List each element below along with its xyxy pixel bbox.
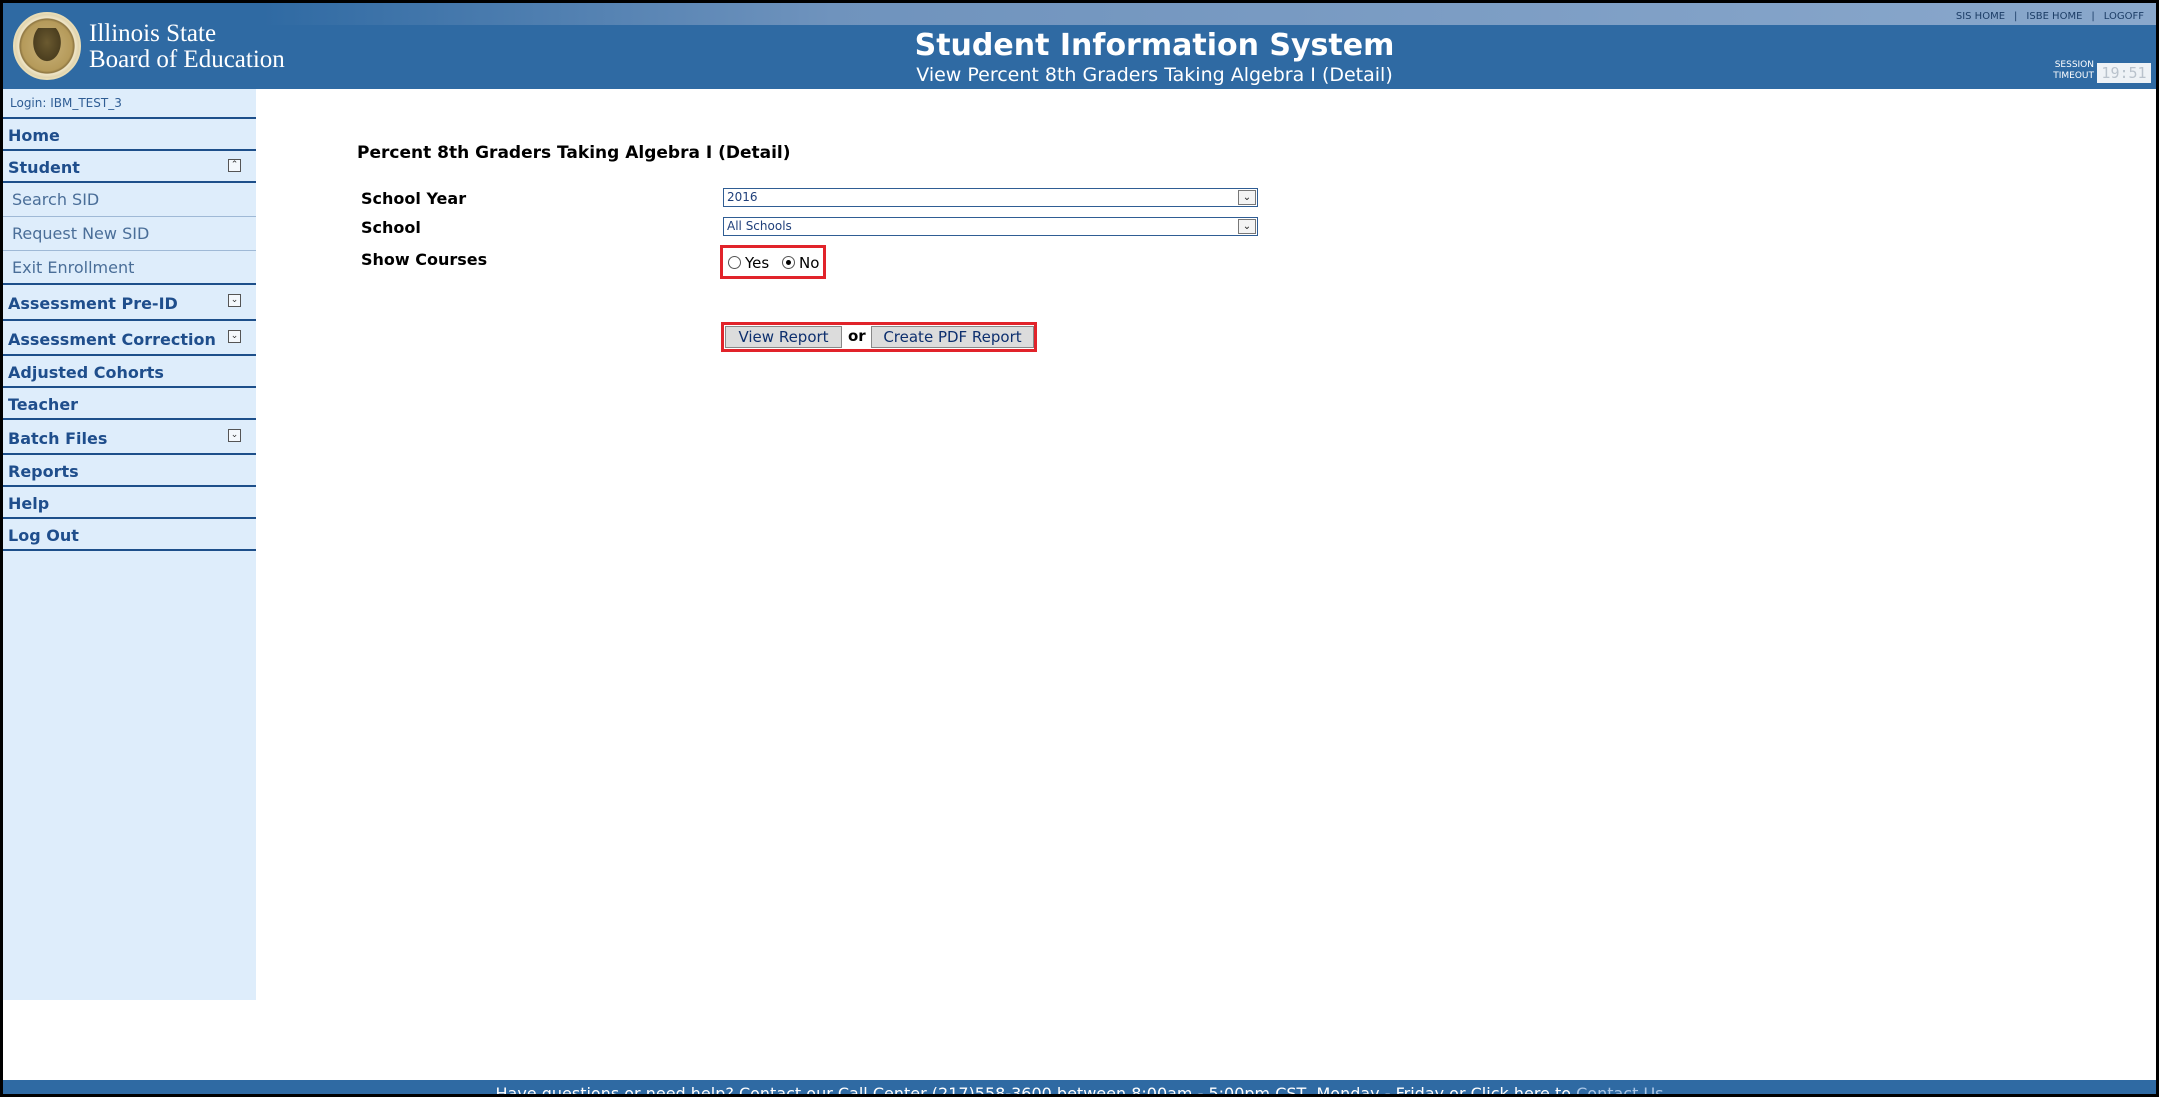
footer: Have questions or need help? Contact our… bbox=[3, 1080, 2156, 1094]
sidebar-item-home[interactable]: Home bbox=[3, 119, 256, 151]
expand-icon[interactable]: ⌄ bbox=[228, 330, 241, 343]
logoff-link[interactable]: LOGOFF bbox=[2104, 11, 2144, 22]
or-text: or bbox=[848, 327, 866, 345]
system-title: Student Information System bbox=[914, 28, 1395, 63]
expand-icon[interactable]: ⌄ bbox=[228, 429, 241, 442]
show-courses-label: Show Courses bbox=[361, 250, 488, 269]
create-pdf-report-button[interactable]: Create PDF Report bbox=[871, 326, 1034, 348]
view-report-button[interactable]: View Report bbox=[725, 326, 842, 348]
school-label: School bbox=[361, 218, 421, 237]
show-courses-no-radio[interactable] bbox=[782, 256, 795, 269]
sidebar-item-request-new-sid[interactable]: Request New SID bbox=[3, 217, 256, 251]
show-courses-radio-group: Yes No bbox=[720, 245, 826, 279]
sidebar-item-batch-files[interactable]: Batch Files ⌄ bbox=[3, 420, 256, 455]
header-gradient-band bbox=[263, 3, 2156, 25]
chevron-down-icon[interactable]: ⌄ bbox=[1238, 190, 1256, 205]
report-title: Percent 8th Graders Taking Algebra I (De… bbox=[357, 143, 791, 163]
school-year-label: School Year bbox=[361, 189, 467, 208]
school-year-select[interactable]: 2016 ⌄ bbox=[723, 188, 1258, 207]
isbe-home-link[interactable]: ISBE HOME bbox=[2026, 11, 2082, 22]
sidebar-item-search-sid[interactable]: Search SID bbox=[3, 183, 256, 217]
sidebar-item-log-out[interactable]: Log Out bbox=[3, 519, 256, 551]
report-buttons: View Report or Create PDF Report bbox=[721, 322, 1037, 352]
sidebar-item-help[interactable]: Help bbox=[3, 487, 256, 519]
no-label: No bbox=[799, 254, 820, 272]
sidebar-item-reports[interactable]: Reports bbox=[3, 455, 256, 487]
window-frame bbox=[0, 0, 2159, 1097]
top-links: SIS HOME | ISBE HOME | LOGOFF bbox=[1955, 11, 2144, 22]
show-courses-yes-radio[interactable] bbox=[728, 256, 741, 269]
contact-us-link[interactable]: Contact Us bbox=[1576, 1084, 1663, 1094]
yes-label: Yes bbox=[745, 254, 770, 272]
sidebar-item-assessment-pre-id[interactable]: Assessment Pre-ID ⌄ bbox=[3, 285, 256, 321]
sidebar: Login: IBM_TEST_3 Home Student ⌃ Search S… bbox=[3, 89, 256, 1000]
sis-home-link[interactable]: SIS HOME bbox=[1956, 11, 2005, 22]
session-timer: 19:51 bbox=[2097, 63, 2151, 83]
footer-text: Have questions or need help? Contact our… bbox=[495, 1084, 1577, 1094]
sidebar-item-adjusted-cohorts[interactable]: Adjusted Cohorts bbox=[3, 356, 256, 388]
login-info: Login: IBM_TEST_3 bbox=[10, 96, 122, 110]
page-subtitle: View Percent 8th Graders Taking Algebra … bbox=[916, 64, 1393, 86]
header-banner: Illinois State Board of Education Studen… bbox=[3, 3, 2156, 89]
expand-icon[interactable]: ⌄ bbox=[228, 294, 241, 307]
sidebar-nav: Home Student ⌃ Search SID Request New SID… bbox=[3, 117, 256, 551]
sidebar-item-exit-enrollment[interactable]: Exit Enrollment bbox=[3, 251, 256, 285]
sidebar-item-teacher[interactable]: Teacher bbox=[3, 388, 256, 420]
school-year-value: 2016 bbox=[727, 190, 758, 204]
sidebar-item-assessment-correction[interactable]: Assessment Correction ⌄ bbox=[3, 321, 256, 356]
sidebar-item-student[interactable]: Student ⌃ bbox=[3, 151, 256, 183]
session-timeout-label: SESSION TIMEOUT bbox=[2053, 60, 2094, 81]
school-select[interactable]: All Schools ⌄ bbox=[723, 217, 1258, 236]
chevron-down-icon[interactable]: ⌄ bbox=[1238, 219, 1256, 234]
school-value: All Schools bbox=[727, 219, 792, 233]
collapse-icon[interactable]: ⌃ bbox=[228, 159, 241, 172]
